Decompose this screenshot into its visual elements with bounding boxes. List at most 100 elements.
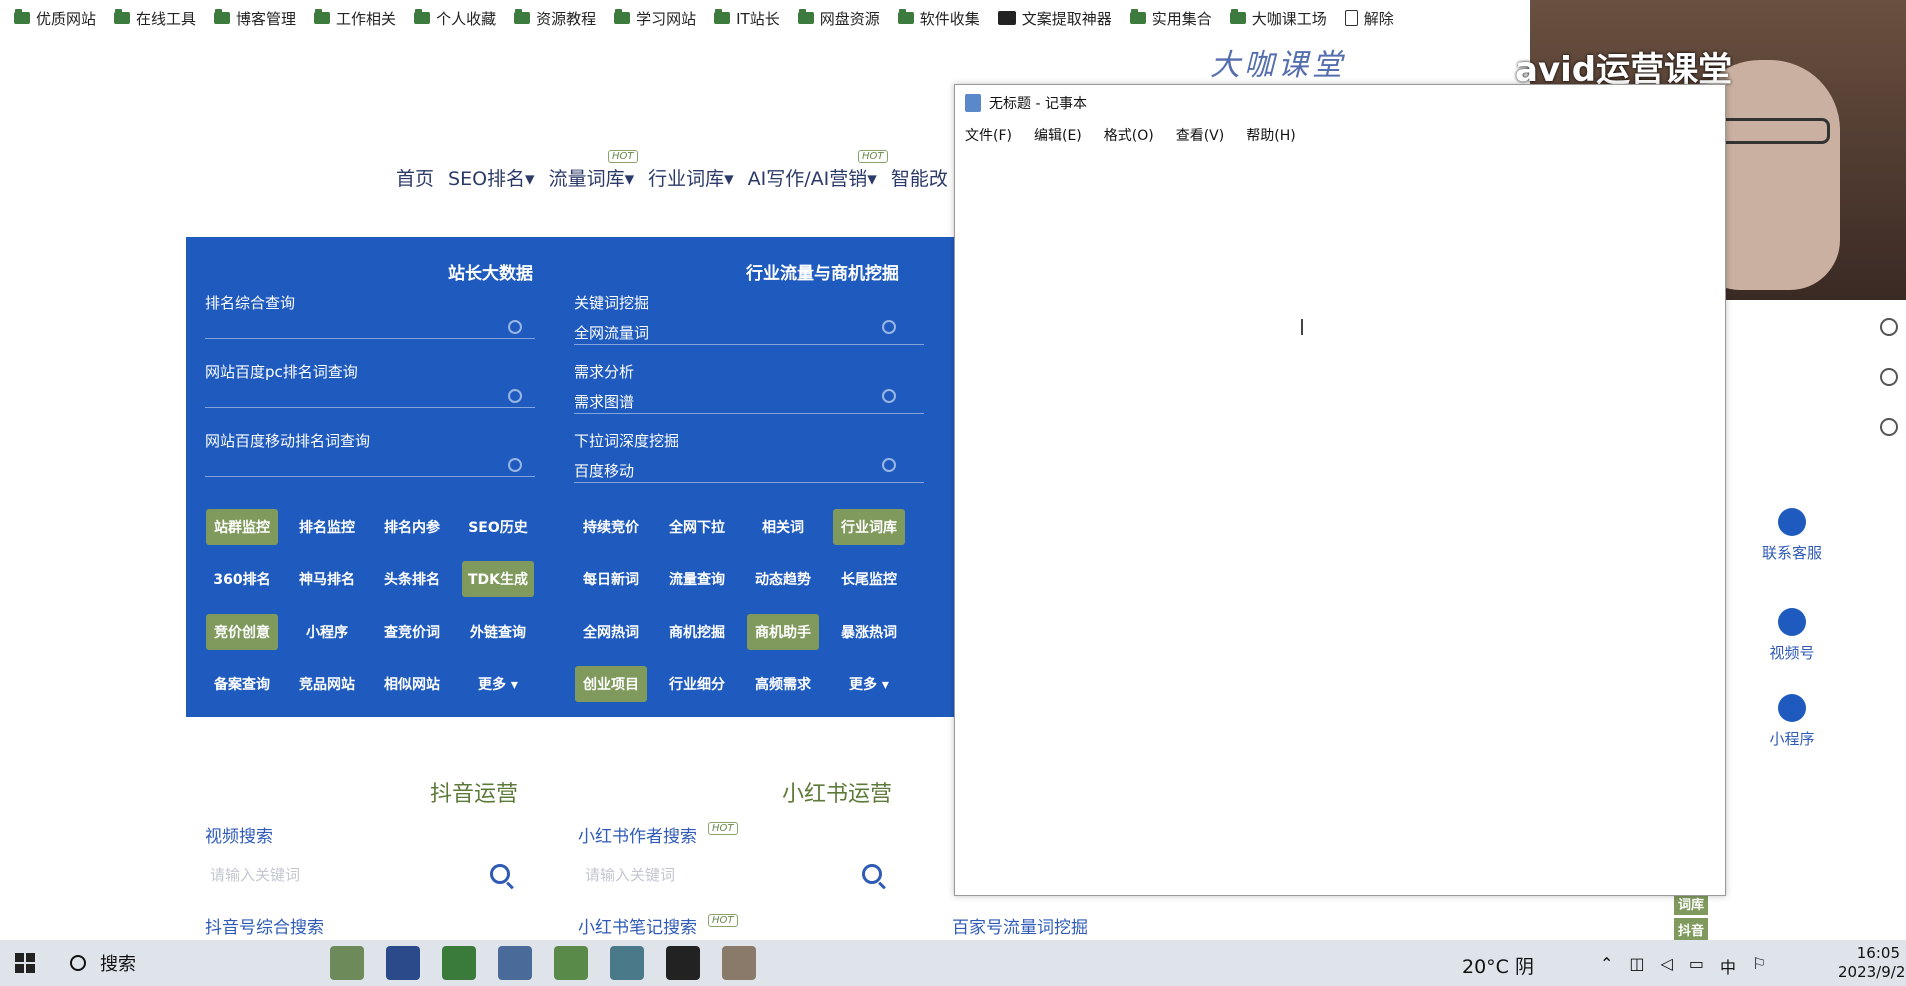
nav-item[interactable]: 智能改 [891, 164, 948, 191]
taskbar-app[interactable] [330, 946, 364, 980]
bookmark-item[interactable]: 博客管理 [214, 8, 296, 29]
tool-tag[interactable]: 行业词库 [833, 509, 905, 545]
tool-tag[interactable]: 相似网站 [376, 666, 448, 702]
tool-tag[interactable]: 查竞价词 [376, 614, 448, 650]
video-search-link[interactable]: 视频搜索 [205, 822, 273, 847]
tool-tag[interactable]: 暴涨热词 [833, 614, 905, 650]
tool-tag[interactable]: 外链查询 [462, 614, 534, 650]
video-channel-button[interactable]: 视频号 [1752, 608, 1832, 663]
search-icon[interactable] [508, 458, 522, 472]
tool-tag[interactable]: 商机助手 [747, 614, 819, 650]
notepad-menu-item[interactable]: 格式(O) [1100, 123, 1158, 147]
tool-tag[interactable]: TDK生成 [462, 561, 534, 597]
bookmark-item[interactable]: 个人收藏 [414, 8, 496, 29]
extension-icon[interactable] [1880, 418, 1898, 436]
tool-tag[interactable]: 更多 ▾ [833, 666, 905, 702]
tool-tag[interactable]: 备案查询 [206, 666, 278, 702]
weather-widget[interactable]: 20°C 阴 [1462, 952, 1534, 979]
tool-tag[interactable]: SEO历史 [462, 509, 534, 545]
taskbar-app[interactable] [498, 946, 532, 980]
tool-tag[interactable]: 更多 ▾ [462, 666, 534, 702]
input-underline[interactable] [574, 482, 924, 483]
nav-item[interactable]: 首页 [396, 164, 434, 191]
bookmark-item[interactable]: 工作相关 [314, 8, 396, 29]
nav-item[interactable]: SEO排名▾ [448, 164, 535, 191]
bookmark-item[interactable]: 实用集合 [1129, 8, 1212, 29]
tool-tag[interactable]: 小程序 [291, 614, 363, 650]
bookmark-item[interactable]: 优质网站 [14, 8, 96, 29]
contact-service-button[interactable]: 联系客服 [1752, 508, 1832, 563]
tool-tag[interactable]: 360排名 [206, 561, 278, 597]
query-label[interactable]: 网站百度pc排名词查询 [205, 361, 358, 382]
taskbar-app[interactable] [722, 946, 756, 980]
bookmark-item[interactable]: 文案提取神器 [997, 8, 1112, 29]
tool-tag[interactable]: 商机挖掘 [661, 614, 733, 650]
start-button[interactable] [0, 940, 50, 986]
ime-indicator[interactable]: 中 [1720, 954, 1736, 978]
tool-tag[interactable]: 每日新词 [575, 561, 647, 597]
ime-mode-icon[interactable]: ⚐ [1752, 954, 1766, 978]
xhs-author-link[interactable]: 小红书作者搜索 [578, 822, 697, 847]
search-icon[interactable] [508, 320, 522, 334]
search-icon[interactable] [882, 320, 896, 334]
battery-icon[interactable]: ▭ [1689, 954, 1704, 978]
typora-icon[interactable] [666, 946, 700, 980]
tool-tag[interactable]: 神马排名 [291, 561, 363, 597]
tool-tag[interactable]: 长尾监控 [833, 561, 905, 597]
tool-tag[interactable]: 行业细分 [661, 666, 733, 702]
browser-icon[interactable] [442, 946, 476, 980]
notepad-menu-item[interactable]: 文件(F) [961, 123, 1016, 147]
bookmark-item[interactable]: 解除 [1344, 8, 1394, 29]
input-underline[interactable] [205, 476, 535, 477]
miniprogram-button[interactable]: 小程序 [1752, 694, 1832, 749]
query-type-select[interactable]: 百度移动 [574, 460, 634, 481]
input-underline[interactable] [205, 407, 535, 408]
network-icon[interactable]: ◫ [1629, 954, 1644, 978]
tool-tag[interactable]: 创业项目 [575, 666, 647, 702]
volume-icon[interactable]: ◁ [1661, 954, 1673, 978]
taskbar-app[interactable] [610, 946, 644, 980]
tool-tag[interactable]: 全网下拉 [661, 509, 733, 545]
tool-tag[interactable]: 站群监控 [206, 509, 278, 545]
tag-douyin[interactable]: 抖音 [1674, 918, 1709, 941]
query-label[interactable]: 关键词挖掘 [574, 292, 649, 313]
tool-tag[interactable]: 全网热词 [575, 614, 647, 650]
query-type-select[interactable]: 需求图谱 [574, 391, 634, 412]
query-type-select[interactable]: 全网流量词 [574, 322, 649, 343]
bookmark-item[interactable]: 在线工具 [114, 8, 196, 29]
notepad-text-area[interactable] [955, 149, 1725, 895]
douyin-search-input[interactable]: 请输入关键词 [210, 864, 300, 885]
baijia-link[interactable]: 百家号流量词挖掘 [952, 913, 1088, 938]
tool-tag[interactable]: 竞品网站 [291, 666, 363, 702]
extension-icon[interactable] [1880, 368, 1898, 386]
extension-icon[interactable] [1880, 318, 1898, 336]
bookmark-item[interactable]: IT站长 [714, 8, 780, 29]
notepad-titlebar[interactable]: 无标题 - 记事本 [955, 85, 1725, 121]
xhs-note-link[interactable]: 小红书笔记搜索 [578, 913, 697, 938]
bookmark-item[interactable]: 网盘资源 [797, 8, 880, 29]
notepad-window[interactable]: 无标题 - 记事本 文件(F) 编辑(E) 格式(O) 查看(V) 帮助(H) [954, 84, 1726, 896]
search-icon[interactable] [490, 864, 510, 884]
tool-tag[interactable]: 排名内参 [376, 509, 448, 545]
tool-tag[interactable]: 动态趋势 [747, 561, 819, 597]
notepad-menu-item[interactable]: 帮助(H) [1242, 123, 1299, 147]
bookmark-item[interactable]: 学习网站 [614, 8, 696, 29]
nav-item[interactable]: 行业词库▾ [648, 164, 734, 191]
search-icon[interactable] [882, 458, 896, 472]
nav-item[interactable]: AI写作/AI营销▾ [748, 164, 877, 191]
xhs-search-input[interactable]: 请输入关键词 [585, 864, 675, 885]
input-underline[interactable] [574, 413, 924, 414]
tool-tag[interactable]: 高频需求 [747, 666, 819, 702]
notepad-menu-item[interactable]: 编辑(E) [1030, 123, 1086, 147]
search-icon[interactable] [508, 389, 522, 403]
bookmark-item[interactable]: 软件收集 [897, 8, 980, 29]
search-icon[interactable] [862, 864, 882, 884]
query-label[interactable]: 网站百度移动排名词查询 [205, 430, 370, 451]
bookmark-item[interactable]: 资源教程 [514, 8, 596, 29]
clock[interactable]: 16:05 2023/9/21 [1838, 944, 1906, 982]
search-icon[interactable] [882, 389, 896, 403]
query-label[interactable]: 下拉词深度挖掘 [574, 430, 679, 451]
douyin-account-link[interactable]: 抖音号综合搜索 [205, 913, 324, 938]
notepad-menu-item[interactable]: 查看(V) [1172, 123, 1229, 147]
bookmark-item[interactable]: 大咖课工场 [1229, 8, 1327, 29]
